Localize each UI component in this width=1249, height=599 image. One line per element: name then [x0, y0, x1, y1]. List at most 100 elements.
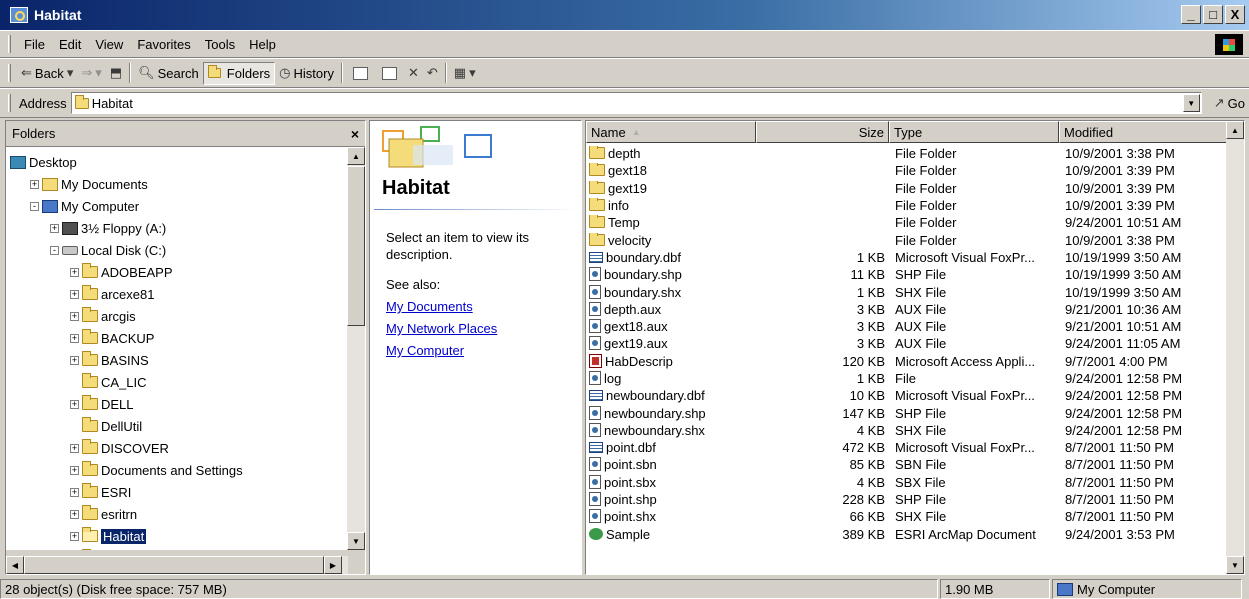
- views-button[interactable]: ▦ ▾: [450, 62, 480, 84]
- column-header-type[interactable]: Type: [889, 121, 1059, 143]
- tree-item[interactable]: + esritrn: [6, 503, 348, 525]
- column-header-size[interactable]: Size: [756, 121, 889, 143]
- menu-view[interactable]: View: [88, 35, 130, 54]
- menu-edit[interactable]: Edit: [52, 35, 88, 54]
- back-button[interactable]: ⇐ Back ▾: [17, 62, 77, 84]
- tree-item[interactable]: + DELL: [6, 393, 348, 415]
- menu-file[interactable]: File: [17, 35, 52, 54]
- search-button[interactable]: 🔍︎ Search: [134, 62, 203, 84]
- tree-item[interactable]: + ESRI: [6, 481, 348, 503]
- file-row[interactable]: velocity File Folder 10/9/2001 3:38 PM: [586, 231, 1228, 248]
- expand-icon[interactable]: +: [70, 289, 79, 299]
- expand-icon[interactable]: +: [70, 311, 79, 321]
- copy-to-button[interactable]: [375, 64, 404, 83]
- file-row[interactable]: newboundary.shp 147 KB SHP File 9/24/2001 1…: [586, 404, 1228, 421]
- tree-item[interactable]: - Local Disk (C:): [6, 239, 348, 261]
- file-row[interactable]: point.sbx 4 KB SBX File 8/7/2001 11:50 PM: [586, 474, 1228, 491]
- tree-item[interactable]: Desktop: [6, 151, 348, 173]
- close-button[interactable]: X: [1225, 5, 1245, 24]
- file-row[interactable]: point.dbf 472 KB Microsoft Visual FoxPr...…: [586, 439, 1228, 456]
- scroll-up-icon[interactable]: ▲: [347, 147, 365, 165]
- tree-item[interactable]: +3½ Floppy (A:): [6, 217, 348, 239]
- expand-icon[interactable]: +: [70, 465, 79, 475]
- delete-button[interactable]: ✕: [404, 62, 423, 84]
- address-input[interactable]: Habitat ▼: [70, 92, 1202, 114]
- expand-icon[interactable]: +: [70, 443, 79, 453]
- file-row[interactable]: depth File Folder 10/9/2001 3:38 PM: [586, 145, 1228, 162]
- collapse-icon[interactable]: -: [50, 245, 59, 255]
- file-row[interactable]: point.shp 228 KB SHP File 8/7/2001 11:50 PM: [586, 491, 1228, 508]
- folder-tree-horizontal-scrollbar[interactable]: ◀ ▶: [6, 556, 348, 574]
- minimize-button[interactable]: _: [1181, 5, 1201, 24]
- expand-icon[interactable]: +: [70, 267, 79, 277]
- file-row[interactable]: gext19.aux 3 KB AUX File 9/24/2001 11:05 AM: [586, 335, 1228, 352]
- expand-icon[interactable]: +: [70, 399, 79, 409]
- tree-item[interactable]: + BACKUP: [6, 327, 348, 349]
- file-list-vertical-scrollbar[interactable]: ▲ ▼: [1226, 121, 1244, 574]
- scroll-up-icon[interactable]: ▲: [1226, 121, 1244, 139]
- collapse-icon[interactable]: -: [30, 201, 39, 211]
- folders-pane-close-icon[interactable]: ×: [351, 126, 359, 142]
- file-row[interactable]: log 1 KB File 9/24/2001 12:58 PM: [586, 370, 1228, 387]
- expand-icon[interactable]: +: [70, 509, 79, 519]
- horizontal-scroll-thumb[interactable]: [24, 556, 324, 574]
- menu-help[interactable]: Help: [242, 35, 283, 54]
- file-row[interactable]: point.shx 66 KB SHX File 8/7/2001 11:50 PM: [586, 508, 1228, 525]
- up-folder-button[interactable]: ⬒: [106, 62, 126, 84]
- expand-icon[interactable]: +: [30, 179, 39, 189]
- move-to-button[interactable]: [346, 64, 375, 83]
- tree-item[interactable]: + Habitat: [6, 525, 348, 547]
- file-row[interactable]: HabDescrip 120 KB Microsoft Access Appli..…: [586, 353, 1228, 370]
- file-row[interactable]: point.sbn 85 KB SBN File 8/7/2001 11:50 PM: [586, 456, 1228, 473]
- tree-item[interactable]: + My Documents: [6, 173, 348, 195]
- expand-icon[interactable]: +: [70, 333, 79, 343]
- maximize-button[interactable]: □: [1203, 5, 1223, 24]
- file-row[interactable]: newboundary.shx 4 KB SHX File 9/24/2001 12:…: [586, 422, 1228, 439]
- tree-item[interactable]: CA_LIC: [6, 371, 348, 393]
- scroll-thumb[interactable]: [347, 166, 365, 326]
- folder-tree-vertical-scrollbar[interactable]: ▲ ▼: [347, 147, 365, 550]
- expand-icon[interactable]: +: [50, 223, 59, 233]
- link-my-computer[interactable]: My Computer: [386, 343, 464, 358]
- tree-item[interactable]: + BASINS: [6, 349, 348, 371]
- file-row[interactable]: boundary.shp 11 KB SHP File 10/19/1999 3:50…: [586, 266, 1228, 283]
- file-row[interactable]: newboundary.dbf 10 KB Microsoft Visual Fox…: [586, 387, 1228, 404]
- folders-button[interactable]: Folders: [202, 61, 276, 85]
- tree-item[interactable]: + ADOBEAPP: [6, 261, 348, 283]
- views-dropdown-icon[interactable]: ▾: [469, 65, 476, 81]
- file-row[interactable]: Sample 389 KB ESRI ArcMap Document 9/24/200…: [586, 526, 1228, 543]
- file-row[interactable]: depth.aux 3 KB AUX File 9/21/2001 10:36 AM: [586, 301, 1228, 318]
- tree-item[interactable]: + Documents and Settings: [6, 459, 348, 481]
- scroll-down-icon[interactable]: ▼: [347, 532, 365, 550]
- menu-favorites[interactable]: Favorites: [130, 35, 197, 54]
- scroll-left-icon[interactable]: ◀: [6, 556, 24, 574]
- column-header-modified[interactable]: Modified: [1059, 121, 1228, 143]
- expand-icon[interactable]: +: [70, 487, 79, 497]
- link-my-documents[interactable]: My Documents: [386, 299, 473, 314]
- menu-tools[interactable]: Tools: [198, 35, 242, 54]
- expand-icon[interactable]: +: [70, 531, 79, 541]
- history-button[interactable]: ◷ History: [275, 62, 338, 84]
- forward-button[interactable]: ⇒ ▾: [77, 62, 105, 84]
- file-row[interactable]: Temp File Folder 9/24/2001 10:51 AM: [586, 214, 1228, 231]
- link-my-network-places[interactable]: My Network Places: [386, 321, 497, 336]
- column-header-name[interactable]: Name ▲: [586, 121, 756, 143]
- file-row[interactable]: boundary.shx 1 KB SHX File 10/19/1999 3:50 …: [586, 283, 1228, 300]
- scroll-right-icon[interactable]: ▶: [324, 556, 342, 574]
- file-row[interactable]: gext19 File Folder 10/9/2001 3:39 PM: [586, 180, 1228, 197]
- undo-button[interactable]: ↶: [423, 62, 442, 84]
- file-row[interactable]: boundary.dbf 1 KB Microsoft Visual FoxPr..…: [586, 249, 1228, 266]
- file-row[interactable]: info File Folder 10/9/2001 3:39 PM: [586, 197, 1228, 214]
- tree-item[interactable]: + arcgis: [6, 305, 348, 327]
- forward-dropdown-icon[interactable]: ▾: [95, 65, 102, 81]
- tree-item[interactable]: +HEC: [6, 547, 348, 550]
- tree-item[interactable]: - My Computer: [6, 195, 348, 217]
- tree-item[interactable]: DellUtil: [6, 415, 348, 437]
- file-row[interactable]: gext18.aux 3 KB AUX File 9/21/2001 10:51 AM: [586, 318, 1228, 335]
- address-dropdown-icon[interactable]: ▼: [1182, 94, 1200, 112]
- expand-icon[interactable]: +: [70, 355, 79, 365]
- scroll-down-icon[interactable]: ▼: [1226, 556, 1244, 574]
- tree-item[interactable]: + arcexe81: [6, 283, 348, 305]
- back-dropdown-icon[interactable]: ▾: [67, 65, 74, 81]
- tree-item[interactable]: + DISCOVER: [6, 437, 348, 459]
